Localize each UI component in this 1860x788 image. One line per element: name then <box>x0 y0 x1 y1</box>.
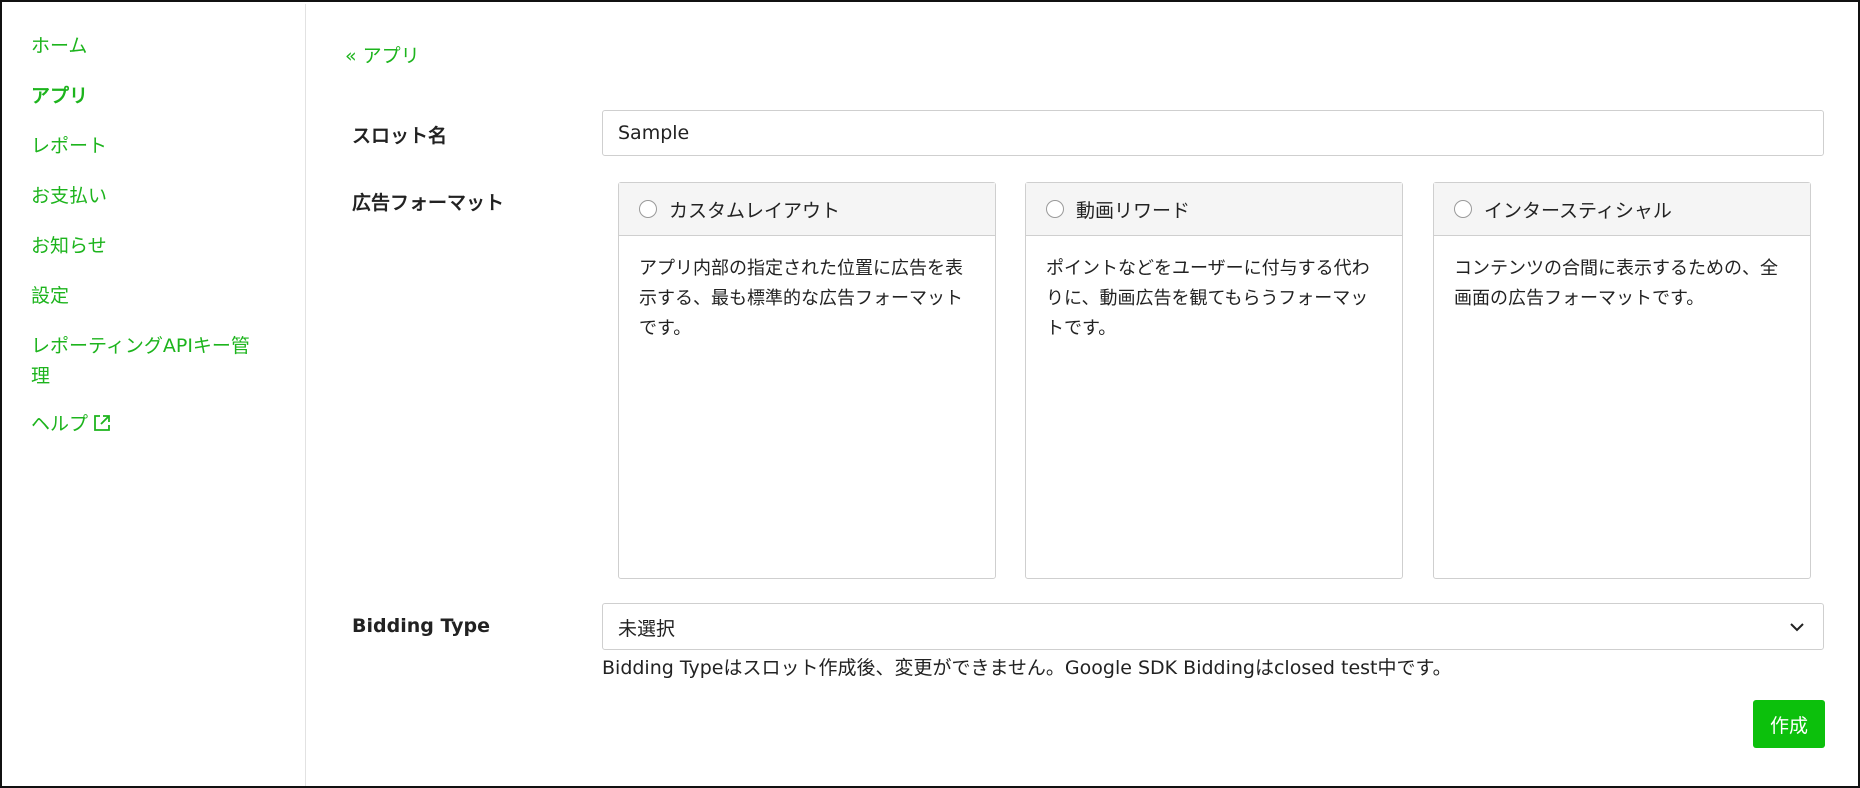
back-to-apps-link[interactable]: « アプリ <box>345 41 420 68</box>
sidebar-item-help[interactable]: ヘルプ <box>31 409 271 439</box>
card-title: 動画リワード <box>1076 199 1191 222</box>
chevron-down-icon <box>1790 623 1804 632</box>
radio-button[interactable] <box>639 200 657 218</box>
bidding-type-help-text: Bidding Typeはスロット作成後、変更ができません。Google SDK… <box>602 657 1452 679</box>
sidebar-item-payments[interactable]: お支払い <box>31 181 271 211</box>
select-value: 未選択 <box>618 618 676 640</box>
card-header[interactable]: インタースティシャル <box>1434 183 1810 236</box>
create-button[interactable]: 作成 <box>1753 700 1825 748</box>
ad-format-label: 広告フォーマット <box>352 192 505 214</box>
sidebar: ホーム アプリ レポート お支払い お知らせ 設定 レポーティングAPIキー管理… <box>4 4 306 786</box>
card-description: ポイントなどをユーザーに付与する代わりに、動画広告を観てもらうフォーマットです。 <box>1046 258 1370 339</box>
sidebar-item-notices[interactable]: お知らせ <box>31 231 271 261</box>
sidebar-item-reporting-api-keys[interactable]: レポーティングAPIキー管理 <box>31 331 261 391</box>
sidebar-item-label: ヘルプ <box>31 413 89 435</box>
external-link-icon <box>94 415 110 431</box>
ad-format-option-custom-layout[interactable]: カスタムレイアウト アプリ内部の指定された位置に広告を表示する、最も標準的な広告… <box>618 182 996 579</box>
app-window: ホーム アプリ レポート お支払い お知らせ 設定 レポーティングAPIキー管理… <box>0 0 1860 788</box>
card-title: カスタムレイアウト <box>669 199 841 222</box>
bidding-type-select[interactable]: 未選択 <box>602 603 1824 650</box>
radio-button[interactable] <box>1046 200 1064 218</box>
card-title: インタースティシャル <box>1484 199 1672 222</box>
bidding-type-label: Bidding Type <box>352 615 491 637</box>
sidebar-item-apps[interactable]: アプリ <box>31 81 271 111</box>
card-header[interactable]: 動画リワード <box>1026 183 1402 236</box>
ad-format-option-interstitial[interactable]: インタースティシャル コンテンツの合間に表示するための、全画面の広告フォーマット… <box>1433 182 1811 579</box>
radio-button[interactable] <box>1454 200 1472 218</box>
card-description: アプリ内部の指定された位置に広告を表示する、最も標準的な広告フォーマットです。 <box>639 258 963 339</box>
card-header[interactable]: カスタムレイアウト <box>619 183 995 236</box>
sidebar-item-home[interactable]: ホーム <box>31 31 271 61</box>
slot-name-input[interactable] <box>602 110 1824 156</box>
card-description: コンテンツの合間に表示するための、全画面の広告フォーマットです。 <box>1454 258 1778 309</box>
sidebar-item-reports[interactable]: レポート <box>31 131 271 161</box>
slot-name-label: スロット名 <box>352 125 448 147</box>
ad-format-option-video-reward[interactable]: 動画リワード ポイントなどをユーザーに付与する代わりに、動画広告を観てもらうフォ… <box>1025 182 1403 579</box>
sidebar-item-settings[interactable]: 設定 <box>31 281 271 311</box>
